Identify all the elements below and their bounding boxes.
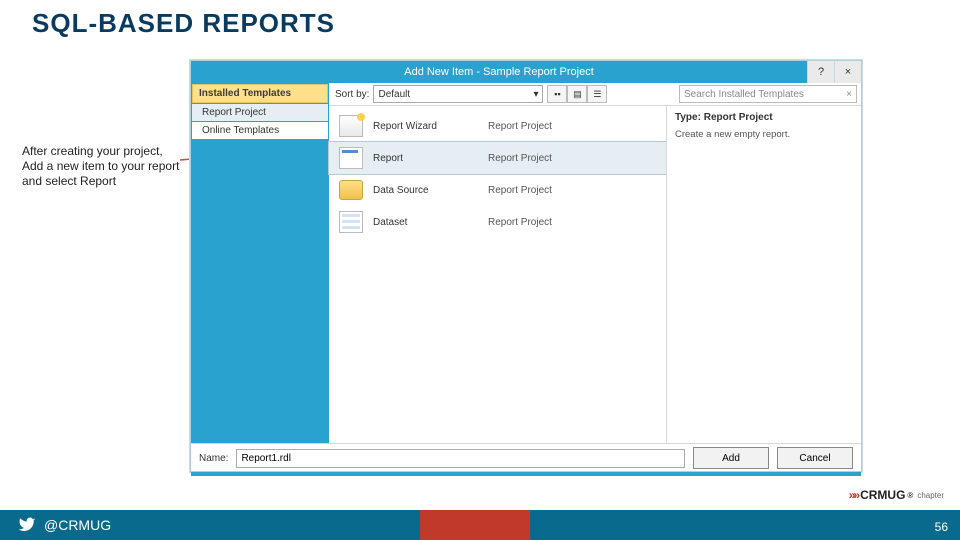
details-description: Create a new empty report.	[675, 129, 853, 140]
sidebar-heading-installed: Installed Templates	[192, 84, 328, 103]
page-title: SQL-BASED REPORTS	[32, 8, 335, 39]
item-dataset[interactable]: Dataset Report Project	[329, 206, 666, 238]
item-data-source[interactable]: Data Source Report Project	[329, 174, 666, 206]
close-button[interactable]: ×	[834, 61, 861, 83]
sidebar-item-report-project[interactable]: Report Project	[192, 104, 328, 121]
search-placeholder: Search Installed Templates	[684, 89, 804, 100]
dialog-titlebar: Add New Item - Sample Report Project ? ×	[191, 61, 861, 83]
instruction-callout: After creating your project, Add a new i…	[22, 144, 182, 189]
report-wizard-icon	[337, 114, 365, 138]
view-large-icon[interactable]: ☰	[587, 85, 607, 103]
cancel-button[interactable]: Cancel	[777, 447, 853, 469]
dataset-icon	[337, 210, 365, 234]
footer-accent	[420, 510, 530, 540]
item-label: Data Source	[373, 185, 488, 196]
page-number: 56	[935, 520, 948, 534]
details-panel: Type: Report Project Create a new empty …	[666, 106, 861, 443]
search-input[interactable]: Search Installed Templates ×	[679, 85, 857, 103]
item-label: Report Wizard	[373, 121, 488, 132]
sort-dropdown[interactable]: Default ▾	[373, 85, 543, 103]
template-sidebar: Installed Templates Report Project Onlin…	[191, 83, 329, 443]
item-category: Report Project	[488, 217, 658, 228]
item-category: Report Project	[488, 121, 658, 132]
logo-subtitle: chapter	[917, 491, 944, 500]
chevron-down-icon: ▾	[533, 89, 538, 100]
view-medium-icon[interactable]: ▤	[567, 85, 587, 103]
item-label: Report	[373, 153, 488, 164]
data-source-icon	[337, 178, 365, 202]
add-new-item-dialog: Add New Item - Sample Report Project ? ×…	[190, 60, 862, 472]
toolbar: Sort by: Default ▾ ▪▪ ▤ ☰ Search Install…	[329, 83, 861, 106]
logo-chevrons-icon: »»	[849, 488, 858, 502]
name-label: Name:	[199, 453, 228, 464]
dialog-border	[191, 472, 861, 476]
twitter-icon	[18, 516, 36, 534]
item-label: Dataset	[373, 217, 488, 228]
sort-label: Sort by:	[335, 89, 369, 100]
details-type: Type: Report Project	[675, 112, 853, 123]
crmug-logo: »» CRMUG® chapter	[849, 488, 944, 502]
item-list: Report Wizard Report Project Report Repo…	[329, 106, 666, 443]
item-report[interactable]: Report Report Project	[329, 142, 666, 174]
sidebar-item-online-templates[interactable]: Online Templates	[192, 122, 328, 139]
logo-name: CRMUG	[860, 488, 905, 502]
dialog-title: Add New Item - Sample Report Project	[191, 66, 807, 78]
sort-value: Default	[378, 89, 410, 100]
help-button[interactable]: ?	[807, 61, 834, 83]
dialog-footer: Name: Report1.rdl Add Cancel	[191, 443, 861, 472]
item-category: Report Project	[488, 185, 658, 196]
view-small-icon[interactable]: ▪▪	[547, 85, 567, 103]
search-clear-icon[interactable]: ×	[846, 89, 852, 100]
twitter-handle: @CRMUG	[18, 516, 111, 534]
add-button[interactable]: Add	[693, 447, 769, 469]
item-category: Report Project	[488, 153, 658, 164]
name-input[interactable]: Report1.rdl	[236, 449, 685, 468]
item-report-wizard[interactable]: Report Wizard Report Project	[329, 110, 666, 142]
report-icon	[337, 146, 365, 170]
